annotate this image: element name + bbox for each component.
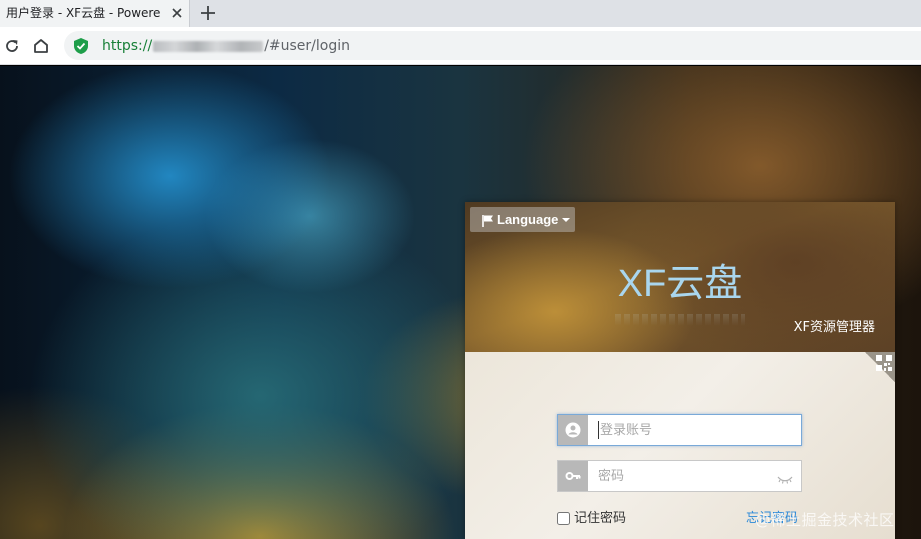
remember-label: 记住密码: [574, 511, 627, 526]
watermark-text: @稀土掘金技术社区: [755, 511, 895, 529]
login-panel: Language XF云盘 XF资源管理器 登录账号 记住密码 忘记密码: [465, 202, 895, 539]
password-field: [557, 460, 802, 492]
home-icon[interactable]: [31, 36, 51, 56]
redacted-host: [153, 40, 264, 52]
new-tab-icon[interactable]: [197, 2, 219, 24]
login-page-background: Language XF云盘 XF资源管理器 登录账号 记住密码 忘记密码: [0, 66, 921, 539]
reload-icon[interactable]: [2, 36, 22, 56]
browser-toolbar: https:// /#user/login: [0, 27, 921, 65]
url-text: https:// /#user/login: [102, 37, 350, 55]
app-subtitle: XF资源管理器: [793, 320, 875, 335]
qr-login-toggle[interactable]: [865, 352, 895, 382]
key-icon: [558, 461, 588, 491]
remember-checkbox[interactable]: [557, 512, 570, 525]
close-tab-icon[interactable]: [168, 4, 186, 22]
login-panel-header: Language XF云盘 XF资源管理器: [465, 202, 895, 352]
caret-down-icon: [562, 218, 570, 222]
qr-code-icon: [876, 355, 892, 371]
browser-tab[interactable]: 用户登录 - XF云盘 - Powere: [0, 0, 190, 27]
language-dropdown[interactable]: Language: [470, 207, 575, 232]
url-path: /#user/login: [264, 38, 350, 54]
account-field: [557, 414, 802, 446]
brand-logo-text: XF云盘: [617, 263, 743, 305]
password-input[interactable]: [598, 467, 773, 485]
tab-strip: 用户登录 - XF云盘 - Powere: [0, 0, 921, 27]
flag-icon: [481, 213, 495, 227]
address-bar[interactable]: https:// /#user/login: [64, 31, 921, 60]
brand-reflection: [615, 314, 745, 326]
user-icon: [558, 415, 588, 445]
tab-title: 用户登录 - XF云盘 - Powere: [6, 6, 160, 20]
language-label: Language: [497, 212, 559, 227]
account-input[interactable]: [598, 421, 773, 439]
url-scheme: https://: [102, 38, 153, 54]
shield-icon: [73, 37, 89, 55]
eye-closed-icon[interactable]: [777, 470, 793, 484]
